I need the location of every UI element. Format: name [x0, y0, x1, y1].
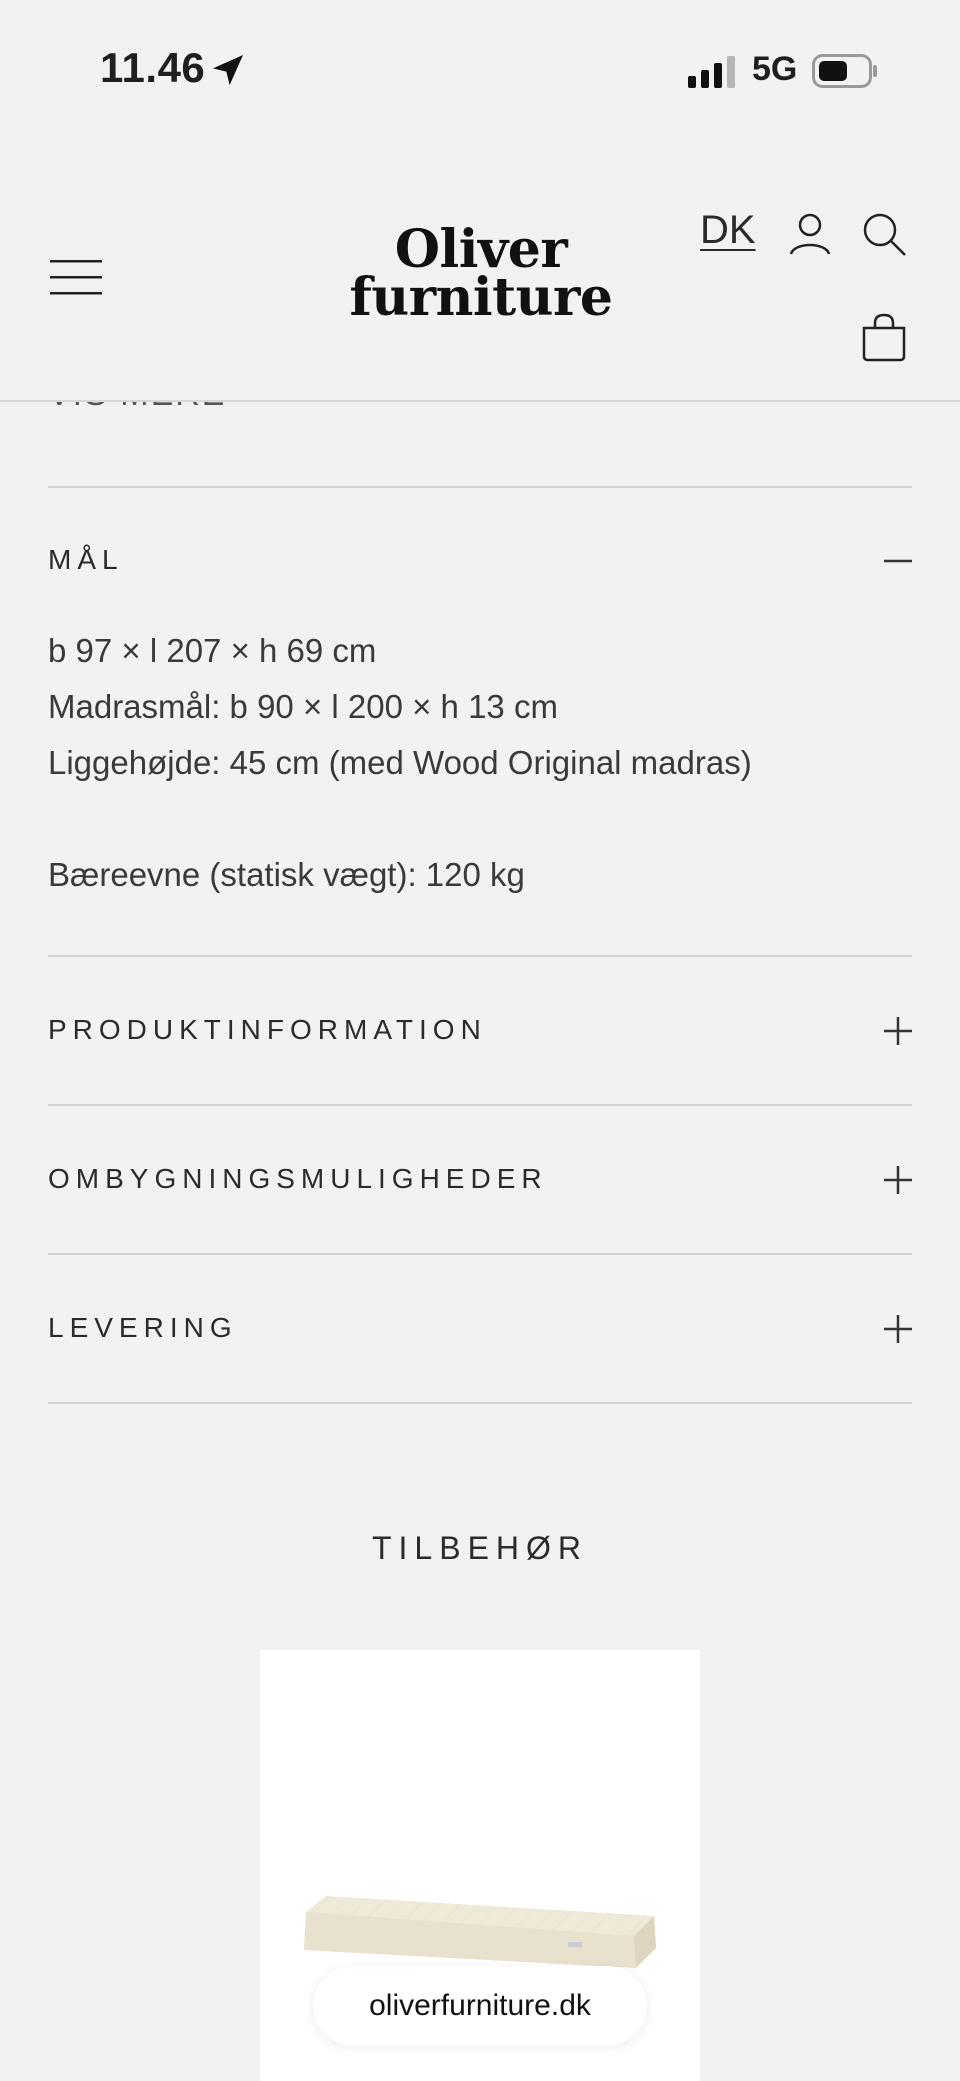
hamburger-menu-icon[interactable]: [50, 258, 102, 296]
battery-icon: [812, 54, 877, 88]
status-time: 11.46: [100, 44, 206, 91]
mattress-product-image: [304, 1896, 656, 1968]
divider: [48, 1104, 912, 1106]
browser-url-bar[interactable]: oliverfurniture.dk: [313, 1966, 647, 2046]
search-icon[interactable]: [860, 210, 908, 258]
account-icon[interactable]: [786, 210, 834, 258]
divider: [48, 955, 912, 957]
divider: [48, 1253, 912, 1255]
expand-plus-icon[interactable]: [884, 1017, 912, 1045]
accordion-title-levering[interactable]: LEVERING: [48, 1312, 238, 1344]
language-selector[interactable]: DK: [700, 208, 756, 253]
shopping-bag-icon[interactable]: [860, 312, 908, 362]
dimension-line: b 97 × l 207 × h 69 cm: [48, 632, 377, 669]
accordion-title-produktinformation[interactable]: PRODUKTINFORMATION: [48, 1014, 487, 1046]
status-bar: 11.46 5G: [0, 0, 960, 140]
location-arrow-icon: [213, 55, 243, 85]
expand-plus-icon[interactable]: [884, 1166, 912, 1194]
logo-line-2: furniture: [349, 267, 613, 328]
sleeping-height-line: Liggehøjde: 45 cm (med Wood Original mad…: [48, 744, 752, 781]
expand-plus-icon[interactable]: [884, 1315, 912, 1343]
accordion-title-ombygningsmuligheder[interactable]: OMBYGNINGSMULIGHEDER: [48, 1163, 548, 1195]
collapse-minus-icon[interactable]: [884, 547, 912, 575]
divider: [48, 1402, 912, 1404]
signal-icon: [688, 56, 735, 88]
accordion-title-maal[interactable]: MÅL: [48, 544, 124, 576]
load-capacity-line: Bæreevne (statisk vægt): 120 kg: [48, 856, 525, 893]
network-type: 5G: [752, 50, 798, 88]
mattress-dimension-line: Madrasmål: b 90 × l 200 × h 13 cm: [48, 688, 558, 725]
accessories-heading: TILBEHØR: [371, 1530, 589, 1566]
site-header: Oliver furniture DK: [0, 140, 960, 402]
site-logo[interactable]: Oliver furniture: [340, 224, 622, 328]
divider: [48, 486, 912, 488]
